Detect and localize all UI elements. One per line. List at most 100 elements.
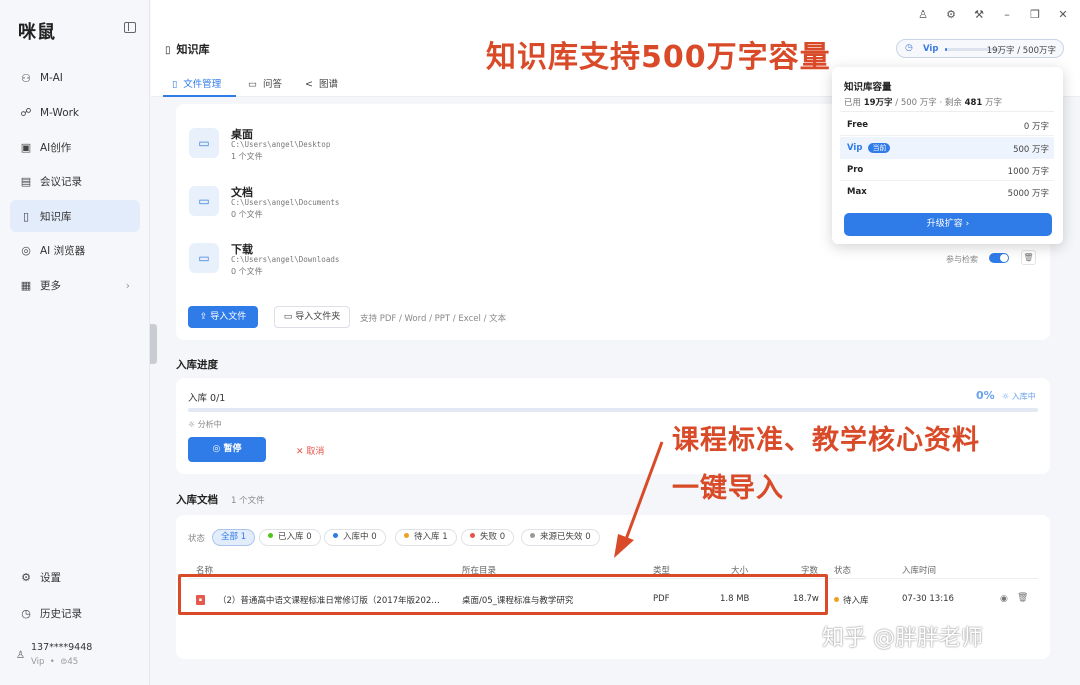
filter-indexing[interactable]: 入库中 0 [324, 529, 386, 546]
sidebar-item-ai-browser[interactable]: ◎ AI 浏览器 [10, 235, 140, 267]
upgrade-button[interactable]: 升级扩容 › [844, 213, 1052, 236]
vip-label: Vip [923, 44, 939, 54]
book-icon: ▯ [165, 45, 171, 56]
col-time[interactable]: 入库时间 [902, 564, 936, 576]
tier-value: 500 万字 [1013, 145, 1049, 155]
chip-label: 来源已失效 0 [540, 532, 591, 542]
folder-path: C:\Users\angel\Downloads [231, 255, 340, 264]
sidebar-item-meeting[interactable]: ▤ 会议记录 [10, 166, 140, 198]
status-dot [268, 533, 273, 538]
folder-icon: ▭ [189, 186, 219, 216]
pause-button[interactable]: ◎ 暂停 [188, 437, 266, 462]
tier-free: Free 0 万字 [840, 114, 1054, 136]
filter-failed[interactable]: 失败 0 [461, 529, 515, 546]
status-dot [530, 533, 535, 538]
sidebar-item-knowledge[interactable]: ▯ 知识库 [10, 200, 140, 233]
user-icon: ♙ [16, 650, 25, 661]
support-hint: 支持 PDF / Word / PPT / Excel / 文本 [360, 314, 507, 324]
retrieval-toggle[interactable] [989, 253, 1009, 263]
ai-chip-icon: ⚇ [21, 71, 31, 85]
remain-unit: 万字 [985, 98, 1003, 108]
active-tab-indicator [163, 95, 236, 97]
sidebar-item-m-ai[interactable]: ⚇ M-AI [10, 62, 140, 94]
delete-folder-icon[interactable]: 🗑 [1021, 250, 1036, 265]
preview-eye-icon[interactable]: ◉ [1000, 594, 1008, 604]
used-prefix: 已用 [844, 98, 862, 108]
capacity-text: 19万字 / 500万字 [986, 46, 1056, 56]
clock-icon: ◷ [905, 43, 913, 53]
tier-name: Free [847, 120, 868, 130]
tab-label: 图谱 [319, 79, 339, 90]
sidebar-item-history[interactable]: ◷ 历史记录 [10, 598, 140, 628]
tab-label: 问答 [263, 79, 283, 90]
button-label: 导入文件夹 [295, 312, 341, 322]
annotation-arrow [614, 441, 664, 558]
chevron-right-icon: › [125, 279, 130, 293]
col-status[interactable]: 状态 [834, 564, 851, 576]
tier-name-text: Vip [847, 143, 863, 153]
folder-path: C:\Users\angel\Desktop [231, 140, 331, 149]
maximize-icon[interactable]: ❐ [1028, 8, 1042, 21]
filter-pending[interactable]: 待入库 1 [395, 529, 457, 546]
button-label: 导入文件 [210, 312, 247, 322]
sidebar-collapse-icon[interactable] [124, 22, 136, 33]
sidebar-item-ai-create[interactable]: ▣ AI创作 [10, 131, 140, 163]
page-title-text: 知识库 [176, 43, 210, 56]
delete-icon[interactable]: 🗑 [1017, 593, 1028, 603]
file-icon: ▯ [172, 79, 178, 90]
tab-label: 文件管理 [183, 79, 222, 90]
sidebar-item-settings[interactable]: ⚙ 设置 [10, 562, 140, 592]
minimize-icon[interactable]: – [1000, 8, 1014, 21]
user-icon[interactable]: ♙ [916, 8, 930, 21]
sidebar-item-label: 会议记录 [40, 176, 82, 189]
arrow-shaft [623, 441, 664, 543]
chip-label: 入库中 0 [343, 532, 377, 542]
tier-max: Max 5000 万字 [840, 181, 1054, 203]
meeting-record-icon: ▤ [20, 175, 32, 189]
close-icon[interactable]: ✕ [1056, 8, 1070, 21]
folder-count: 1 个文件 [231, 152, 263, 161]
close-icon: ✕ [296, 447, 304, 457]
import-files-button[interactable]: ⇪ 导入文件 [188, 306, 258, 328]
image-create-icon: ▣ [20, 140, 32, 154]
chip-label: 全部 1 [221, 532, 247, 542]
button-label: 取消 [306, 447, 325, 457]
wrench-icon[interactable]: ⚒ [972, 8, 986, 21]
cancel-button[interactable]: ✕ 取消 [296, 444, 324, 457]
total-text: / 500 万字 · 剩余 [895, 98, 962, 108]
sidebar-item-m-work[interactable]: ☍ M-Work [10, 97, 140, 129]
capacity-popup: 知识库容量 已用 19万字 / 500 万字 · 剩余 481 万字 Free 0… [832, 67, 1063, 244]
user-points: ⊜45 [60, 657, 79, 667]
sidebar-resize-handle[interactable] [150, 324, 157, 364]
gear-icon[interactable]: ⚙ [944, 8, 958, 21]
tab-graph[interactable]: < 图谱 [305, 76, 338, 90]
filter-source-invalid[interactable]: 来源已失效 0 [521, 529, 600, 546]
chip-label: 已入库 0 [278, 532, 312, 542]
import-folder-button[interactable]: ▭ 导入文件夹 [274, 306, 350, 328]
separator-dot: • [49, 657, 55, 667]
folder-item[interactable]: ▭ 桌面 C:\Users\angel\Desktop 1 个文件 [189, 126, 489, 166]
status-dot [834, 597, 839, 602]
status-text: 分析中 [197, 420, 222, 429]
tab-qa[interactable]: ▭ 问答 [248, 76, 282, 90]
filter-all[interactable]: 全部 1 [212, 529, 256, 546]
watermark: 知乎 @胖胖老师 [822, 626, 983, 651]
user-profile[interactable]: ♙ 137****9448 Vip • ⊜45 [16, 642, 92, 667]
sidebar-nav: ⚇ M-AI ☍ M-Work ▣ AI创作 ▤ 会议记录 ▯ 知识库 ◎ AI 浏览器 ▦… [10, 62, 140, 304]
popup-divider [840, 111, 1054, 112]
progress-bar [188, 408, 1038, 412]
capacity-pill[interactable]: ◷ Vip 19万字 / 500万字 [896, 39, 1064, 58]
sidebar-item-label: 知识库 [40, 210, 72, 223]
popup-usage: 已用 19万字 / 500 万字 · 剩余 481 万字 [844, 96, 1002, 108]
sidebar-item-label: AI创作 [40, 141, 72, 154]
sidebar-item-label: M-Work [40, 106, 80, 119]
window-controls: ♙ ⚙ ⚒ – ❐ ✕ [916, 8, 1070, 21]
tab-file-manage[interactable]: ▯ 文件管理 [172, 76, 221, 90]
sidebar-item-more[interactable]: ▦ 更多 › [10, 270, 140, 302]
folder-item[interactable]: ▭ 下载 C:\Users\angel\Downloads 0 个文件 [189, 241, 489, 281]
folder-item[interactable]: ▭ 文档 C:\Users\angel\Documents 0 个文件 [189, 184, 489, 224]
sidebar-item-label: 历史记录 [40, 607, 82, 620]
status-dot [333, 533, 338, 538]
filter-indexed[interactable]: 已入库 0 [259, 529, 321, 546]
work-icon: ☍ [20, 106, 32, 120]
